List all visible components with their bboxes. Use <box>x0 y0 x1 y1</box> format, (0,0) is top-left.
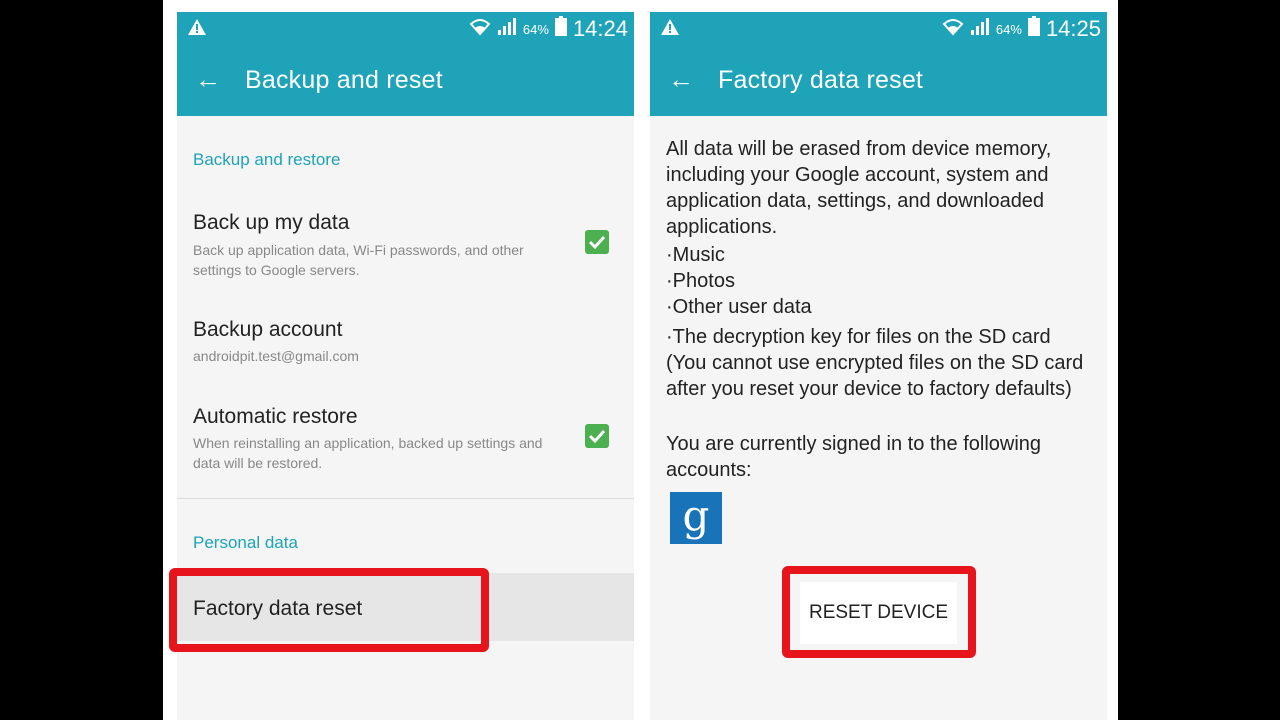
section-header-personal: Personal data <box>193 533 298 552</box>
back-arrow-icon[interactable]: ← <box>668 66 694 92</box>
back-up-my-data-title: Back up my data <box>193 211 350 234</box>
back-up-my-data-checkbox[interactable] <box>585 230 609 254</box>
app-bar: ← Factory data reset <box>650 44 1107 116</box>
signed-in-accounts-text: You are currently signed in to the follo… <box>666 433 1042 481</box>
app-bar: ← Backup and reset <box>177 44 634 116</box>
backup-account-title: Backup account <box>193 318 343 341</box>
highlight-box-reset-device <box>782 566 976 658</box>
bullet-item: ·Other user data <box>666 296 812 318</box>
bullet-item: ·The decryption key for files on the SD … <box>666 326 1084 400</box>
clock: 14:25 <box>1045 16 1101 41</box>
wifi-icon <box>469 16 491 42</box>
highlight-box-factory-reset <box>169 568 489 652</box>
bullet-item-text: The decryption key for files on the SD c… <box>666 326 1084 400</box>
backup-account-email: androidpit.test@gmail.com <box>193 348 359 364</box>
divider <box>177 498 634 499</box>
status-bar: 64% 14:24 <box>177 12 634 44</box>
bullet-item-text: Other user data <box>672 296 812 318</box>
battery-icon <box>554 16 567 42</box>
signal-icon <box>497 16 517 42</box>
automatic-restore-subtitle: When reinstalling an application, backed… <box>193 435 543 471</box>
bullet-item: ·Music <box>666 244 725 266</box>
status-bar: 64% 14:25 <box>650 12 1107 44</box>
erase-warning-text: All data will be erased from device memo… <box>666 138 1052 238</box>
signal-icon <box>970 16 990 42</box>
automatic-restore-title: Automatic restore <box>193 405 358 428</box>
bullet-item-text: Music <box>672 244 725 266</box>
clock: 14:24 <box>572 16 628 41</box>
bullet-item: ·Photos <box>666 270 735 292</box>
bullet-item-text: Photos <box>672 270 735 292</box>
battery-percent: 64% <box>522 21 549 37</box>
battery-percent: 64% <box>995 21 1022 37</box>
wifi-icon <box>942 16 964 42</box>
automatic-restore-checkbox[interactable] <box>585 424 609 448</box>
warning-icon <box>660 18 680 41</box>
section-header-backup: Backup and restore <box>193 150 341 169</box>
warning-icon <box>187 18 207 41</box>
back-up-my-data-subtitle: Back up application data, Wi-Fi password… <box>193 242 524 278</box>
page-title: Factory data reset <box>718 66 924 94</box>
battery-icon <box>1027 16 1040 42</box>
google-account-icon: g <box>670 492 722 544</box>
page-title: Backup and reset <box>245 66 443 94</box>
back-arrow-icon[interactable]: ← <box>195 66 221 92</box>
